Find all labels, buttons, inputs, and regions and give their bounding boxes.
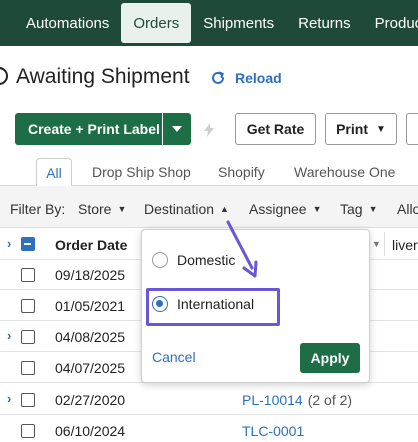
order-date: 04/08/2025 <box>55 329 126 345</box>
row-checkbox[interactable] <box>21 361 35 375</box>
status-circle-icon <box>0 67 8 85</box>
filter-assignee[interactable]: Assignee ▼ <box>249 201 322 217</box>
reload-button[interactable]: Reload <box>210 70 282 86</box>
print-label: Print <box>336 121 368 137</box>
row-checkbox[interactable] <box>21 424 35 438</box>
caret-down-icon: ▼ <box>312 204 322 214</box>
cancel-link[interactable]: Cancel <box>152 349 196 365</box>
order-number-link[interactable]: PL-10014 (2 of 2) <box>242 392 352 408</box>
filter-destination[interactable]: Destination ▲ <box>144 201 229 217</box>
expand-row-icon[interactable]: › <box>7 391 11 406</box>
order-date: 04/07/2025 <box>55 360 126 376</box>
order-date: 09/18/2025 <box>55 267 126 283</box>
store-tabs: All Drop Ship Shop Shopify Warehouse One <box>0 158 418 187</box>
chevron-down-icon <box>172 120 182 138</box>
row-checkbox[interactable] <box>21 299 35 313</box>
select-all-checkbox[interactable] <box>21 237 35 251</box>
annotation-highlight-box <box>146 288 280 326</box>
get-rate-button[interactable]: Get Rate <box>235 113 316 145</box>
row-checkbox[interactable] <box>21 268 35 282</box>
column-divider <box>384 232 385 256</box>
page-title: Awaiting Shipment <box>16 65 190 88</box>
domestic-label: Domestic <box>177 252 236 268</box>
tab-warehouse-one[interactable]: Warehouse One <box>294 158 395 186</box>
caret-down-icon[interactable]: ▼ <box>372 239 381 249</box>
order-date: 01/05/2021 <box>55 298 126 314</box>
nav-automations[interactable]: Automations <box>14 3 121 43</box>
nav-shipments[interactable]: Shipments <box>191 3 286 43</box>
tab-shopify[interactable]: Shopify <box>218 158 265 186</box>
filter-allocation[interactable]: Allo <box>397 201 418 217</box>
expand-row-icon[interactable]: › <box>7 328 11 343</box>
caret-up-icon: ▲ <box>220 204 229 214</box>
caret-down-icon: ▼ <box>117 204 127 214</box>
column-order-date[interactable]: Order Date <box>55 237 127 253</box>
apply-button[interactable]: Apply <box>300 343 360 373</box>
chevron-down-icon: ▼ <box>375 123 386 135</box>
print-button[interactable]: Print ▼ <box>325 113 397 145</box>
reload-label: Reload <box>235 70 282 86</box>
destination-option-domestic[interactable]: Domestic <box>152 252 235 268</box>
nav-orders[interactable]: Orders <box>121 3 192 43</box>
table-row[interactable]: 06/10/2024 TLC-0001 <box>0 416 418 442</box>
filter-store[interactable]: Store ▼ <box>78 201 126 217</box>
create-print-label-button[interactable]: Create + Print Label <box>15 113 162 145</box>
nav-products[interactable]: Products <box>363 3 418 43</box>
filter-bar: Filter By: Store ▼ Destination ▲ Assignee ▼… <box>0 186 418 228</box>
order-number-link[interactable]: TLC-0001 <box>242 423 304 439</box>
table-row[interactable]: › 02/27/2020 PL-10014 (2 of 2) <box>0 385 418 415</box>
filter-tag[interactable]: Tag ▼ <box>340 201 378 217</box>
expand-all-icon[interactable]: › <box>7 236 11 251</box>
destination-filter-popover: Domestic International Cancel Apply <box>141 229 370 383</box>
caret-down-icon: ▼ <box>368 204 378 214</box>
domestic-radio[interactable] <box>152 252 168 268</box>
row-checkbox[interactable] <box>21 330 35 344</box>
nav-returns[interactable]: Returns <box>286 3 363 43</box>
tab-all[interactable]: All <box>36 158 72 187</box>
tab-drop-ship-shop[interactable]: Drop Ship Shop <box>92 158 191 186</box>
column-deliver[interactable]: liver <box>392 237 418 253</box>
create-label-menu-button[interactable] <box>163 113 191 145</box>
row-checkbox[interactable] <box>21 393 35 407</box>
lightning-icon <box>203 123 215 137</box>
order-date: 06/10/2024 <box>55 423 126 439</box>
refresh-icon <box>210 70 226 86</box>
filter-by-label: Filter By: <box>10 201 66 217</box>
more-actions-button[interactable] <box>406 113 418 145</box>
order-date: 02/27/2020 <box>55 392 126 408</box>
top-nav: Automations Orders Shipments Returns Pro… <box>0 0 418 46</box>
